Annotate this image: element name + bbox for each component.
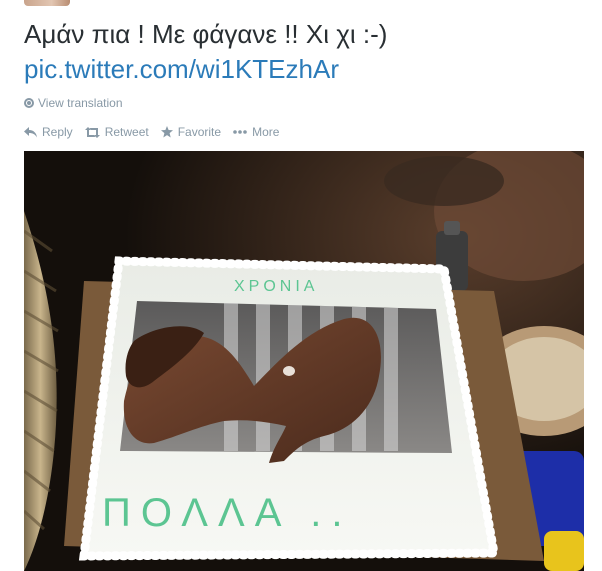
view-translation-link[interactable]: View translation (24, 95, 123, 111)
tweet-photo[interactable]: ΧΡΟΝΙΑ ΠΟΛΛΑ .. (24, 151, 584, 571)
tweet-actions: Reply Retweet Favorite More (24, 124, 291, 140)
cake-bottom-text: ΠΟΛΛΑ .. (102, 491, 353, 535)
star-icon (160, 126, 173, 138)
tweet-text: Αμάν πια ! Με φάγανε !! Χι χι :-) (24, 19, 388, 49)
view-translation-label: View translation (38, 96, 123, 110)
cake-top-text: ΧΡΟΝΙΑ (234, 278, 318, 295)
more-button[interactable]: More (233, 125, 279, 139)
more-label: More (252, 125, 280, 139)
more-icon (233, 130, 247, 134)
avatar[interactable] (24, 0, 70, 6)
reply-icon (24, 126, 37, 137)
tweet-media-link[interactable]: pic.twitter.com/wi1KTEzhAr (24, 53, 339, 85)
reply-label: Reply (42, 125, 73, 139)
favorite-button[interactable]: Favorite (160, 125, 222, 139)
retweet-button[interactable]: Retweet (84, 125, 149, 139)
retweet-icon (84, 126, 100, 138)
cake-photo: ΧΡΟΝΙΑ ΠΟΛΛΑ .. (24, 151, 584, 571)
retweet-label: Retweet (104, 125, 149, 139)
reply-button[interactable]: Reply (24, 125, 73, 139)
tweet: Αμάν πια ! Με φάγανε !! Χι χι :-) pic.tw… (0, 0, 602, 571)
globe-icon (24, 98, 34, 108)
favorite-label: Favorite (177, 125, 222, 139)
